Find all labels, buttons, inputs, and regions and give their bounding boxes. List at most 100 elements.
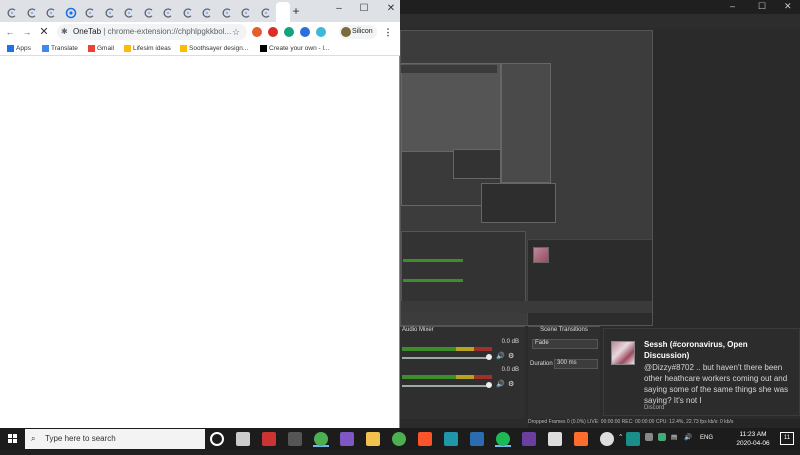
channel-db: 0.0 dB <box>501 339 519 345</box>
close-button[interactable]: ✕ <box>384 3 398 14</box>
back-icon[interactable]: ← <box>4 26 16 38</box>
obs-side-panel <box>653 30 800 326</box>
discord-notification[interactable]: Sessh (#coronavirus, Open Discussion) @D… <box>603 328 800 416</box>
onetab-icon <box>124 8 133 18</box>
bookmark-label: Create your own - l... <box>269 45 330 52</box>
vpn-icon[interactable] <box>300 27 310 37</box>
search-icon: ⌕ <box>31 434 36 443</box>
volume-meter <box>402 347 492 351</box>
duration-input[interactable]: 300 ms <box>554 359 598 369</box>
tray-app-icon[interactable] <box>645 433 653 441</box>
duration-label: Duration <box>530 361 553 367</box>
active-tab[interactable] <box>276 2 290 22</box>
taskbar-app[interactable] <box>391 431 407 447</box>
bookmark-item[interactable]: Gmail <box>88 44 114 54</box>
new-tab-button[interactable]: + <box>289 4 303 18</box>
profile-name: Silicon <box>352 28 373 35</box>
tab-10[interactable] <box>182 6 194 18</box>
tab-7[interactable] <box>123 6 135 18</box>
tab-8[interactable] <box>143 6 155 18</box>
start-button[interactable] <box>0 428 25 450</box>
tab-4[interactable] <box>65 6 77 19</box>
taskbar-app[interactable] <box>339 431 355 447</box>
chrome-icon <box>314 432 328 446</box>
transition-select[interactable]: Fade <box>532 339 598 349</box>
taskbar-app[interactable] <box>209 431 225 447</box>
forward-icon[interactable]: → <box>21 26 33 38</box>
taskbar-app[interactable] <box>287 431 303 447</box>
taskbar-app[interactable] <box>547 431 563 447</box>
tab-14[interactable] <box>260 6 272 18</box>
menu-icon[interactable]: ⋮ <box>382 26 394 38</box>
speaker-icon[interactable]: 🔊 <box>496 380 505 388</box>
tab-2[interactable] <box>26 6 38 18</box>
profile-button[interactable]: Silicon <box>339 25 377 39</box>
tab-5[interactable] <box>84 6 96 18</box>
gear-icon[interactable]: ⚙ <box>508 380 514 388</box>
minimize-button[interactable]: – <box>332 3 346 14</box>
volume-knob[interactable] <box>486 382 492 388</box>
onetab-icon <box>85 8 94 18</box>
taskbar-app[interactable] <box>573 431 589 447</box>
bookmark-item[interactable]: Lifesim ideas <box>124 44 171 54</box>
tray-app-icon[interactable] <box>658 433 666 441</box>
taskbar-app[interactable] <box>625 431 641 447</box>
onetab-icon <box>163 8 172 18</box>
tab-11[interactable] <box>201 6 213 18</box>
taskbar-app[interactable] <box>261 431 277 447</box>
taskbar-app[interactable] <box>313 431 329 447</box>
visual-studio-icon <box>340 432 354 446</box>
tab-3[interactable] <box>45 6 57 18</box>
chevron-up-icon[interactable]: ⌃ <box>618 433 623 441</box>
extension-icon[interactable] <box>252 27 262 37</box>
volume-slider[interactable] <box>402 385 490 387</box>
bookmark-item[interactable]: Translate <box>42 44 78 54</box>
taskbar-app[interactable] <box>495 431 511 447</box>
taskbar-search[interactable]: ⌕ Type here to search <box>25 429 205 449</box>
volume-icon[interactable]: 🔊 <box>684 433 692 441</box>
clock[interactable]: 11:23 AM 2020-04-06 <box>730 430 776 448</box>
taskbar-app[interactable] <box>443 431 459 447</box>
taskbar-app[interactable] <box>521 431 537 447</box>
bookmark-item[interactable]: Apps <box>7 44 31 54</box>
taskbar-app[interactable] <box>417 431 433 447</box>
stop-icon[interactable]: ✕ <box>38 26 50 38</box>
channel-db: 0.0 dB <box>501 367 519 373</box>
onetab-icon <box>144 8 152 18</box>
gear-icon[interactable]: ⚙ <box>508 352 514 360</box>
tab-12[interactable] <box>221 6 233 18</box>
extension-icon[interactable] <box>316 27 326 37</box>
taskbar-app[interactable] <box>469 431 485 447</box>
obs-minimize-icon[interactable]: – <box>730 1 735 11</box>
obs-titlebar: – ☐ ✕ <box>400 0 800 14</box>
adblock-icon[interactable] <box>268 27 278 37</box>
onetab-icon <box>7 8 16 18</box>
star-icon[interactable]: ☆ <box>230 26 242 38</box>
tab-6[interactable] <box>104 6 116 18</box>
bookmarks-bar: Apps Translate Gmail Lifesim ideas Soothsaye… <box>0 42 400 56</box>
taskbar-app[interactable] <box>365 431 381 447</box>
taskbar-app[interactable] <box>235 431 251 447</box>
notification-center-icon[interactable]: 11 <box>780 432 794 445</box>
tab-strip: + – ☐ ✕ <box>0 0 400 22</box>
notification-title: Sessh (#coronavirus, Open Discussion) <box>644 340 748 360</box>
volume-slider[interactable] <box>402 357 490 359</box>
address-bar[interactable]: ✱ OneTab | chrome-extension://chphlpgkkb… <box>57 24 247 40</box>
language-indicator[interactable]: ENG <box>700 435 713 441</box>
taskbar-app[interactable] <box>599 431 615 447</box>
volume-knob[interactable] <box>486 354 492 360</box>
obs-icon <box>600 432 614 446</box>
tab-13[interactable] <box>240 6 252 18</box>
speaker-icon[interactable]: 🔊 <box>496 352 505 360</box>
obs-close-icon[interactable]: ✕ <box>784 1 792 12</box>
network-icon[interactable]: ▤ <box>671 433 677 441</box>
tab-1[interactable] <box>6 6 18 18</box>
tab-9[interactable] <box>162 6 174 18</box>
bookmark-item[interactable]: Create your own - l... <box>260 44 329 54</box>
obs-maximize-icon[interactable]: ☐ <box>758 1 766 12</box>
bookmark-item[interactable]: Soothsayer design... <box>180 44 248 54</box>
maximize-button[interactable]: ☐ <box>357 3 371 14</box>
windows-icon <box>8 434 17 443</box>
grammarly-icon[interactable] <box>284 27 294 37</box>
clock-date: 2020-04-06 <box>736 440 770 447</box>
